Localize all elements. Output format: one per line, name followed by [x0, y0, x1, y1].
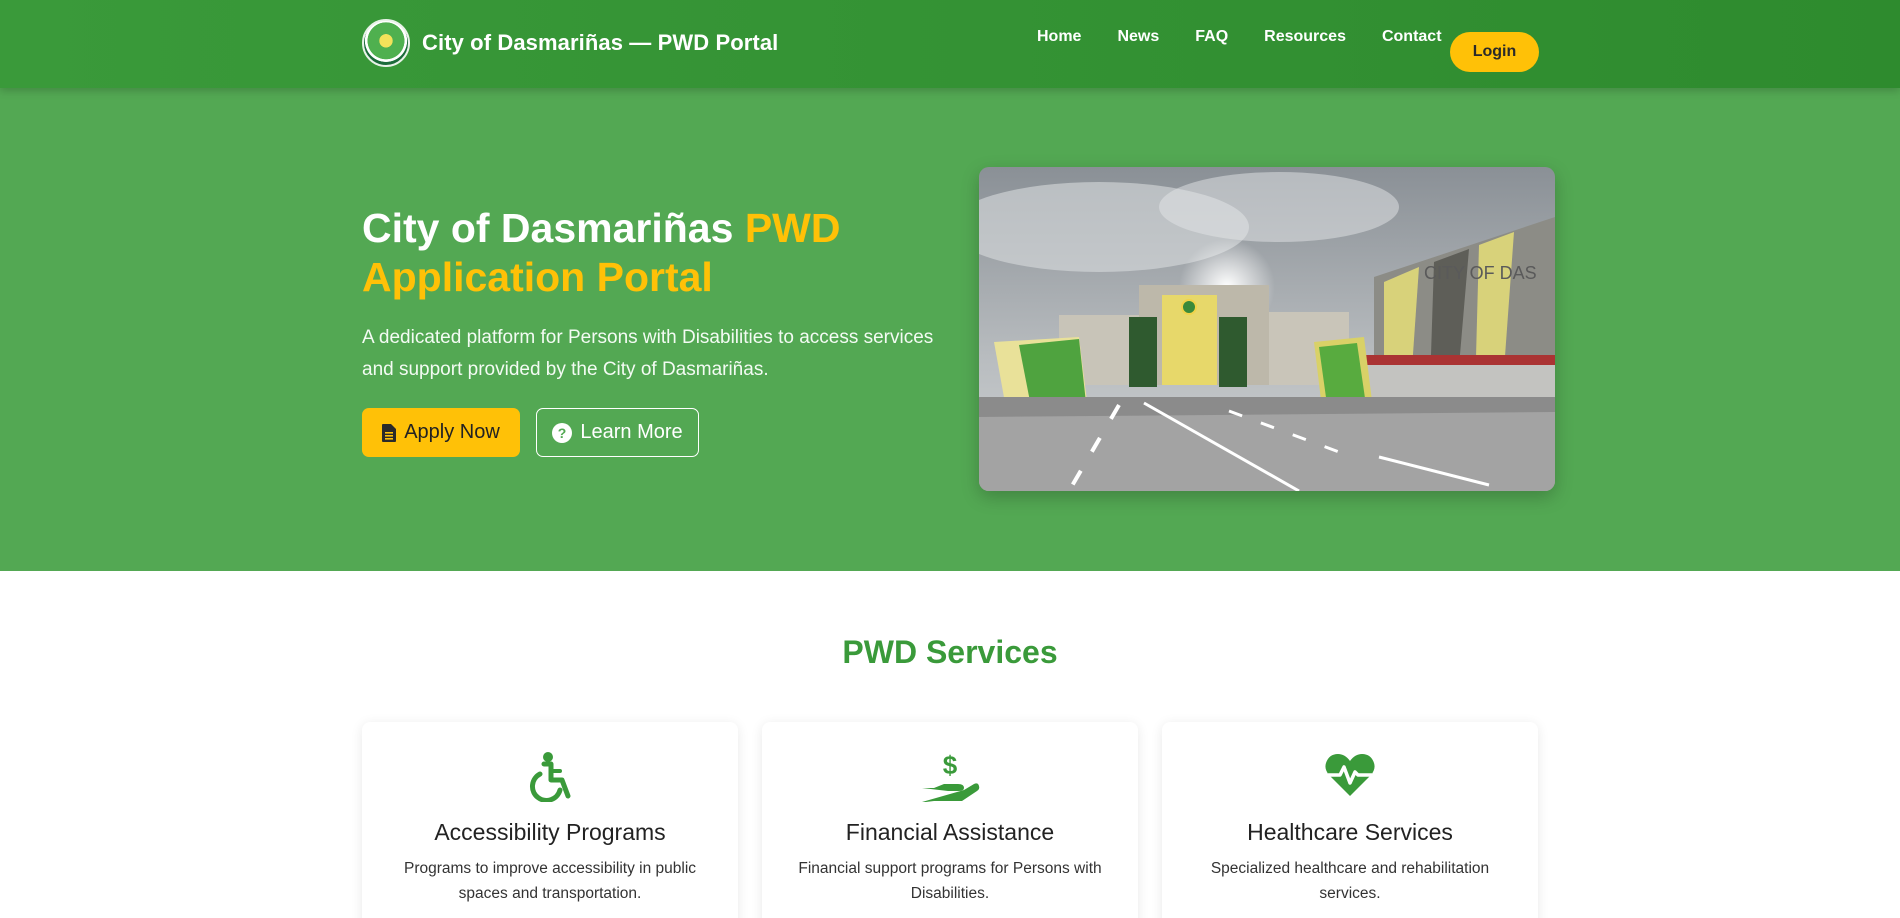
- question-circle-icon: ?: [552, 422, 573, 443]
- service-card-description: Financial support programs for Persons w…: [798, 860, 1102, 902]
- service-card-title: Healthcare Services: [1247, 819, 1453, 845]
- learn-more-label: Learn More: [580, 421, 683, 443]
- services-title: PWD Services: [842, 634, 1058, 670]
- top-navbar: City of Dasmariñas — PWD Portal Home New…: [0, 0, 1900, 88]
- svg-text:$: $: [943, 752, 958, 780]
- brand-title: City of Dasmariñas — PWD Portal: [422, 30, 779, 55]
- service-card-title: Accessibility Programs: [434, 819, 666, 845]
- hero-section: City of Dasmariñas PWD Application Porta…: [0, 88, 1900, 571]
- service-card-accessibility[interactable]: Accessibility Programs Programs to impro…: [362, 722, 738, 918]
- apply-now-button[interactable]: Apply Now: [362, 408, 520, 457]
- svg-text:?: ?: [558, 425, 567, 441]
- nav-link-news[interactable]: News: [1117, 28, 1159, 46]
- service-card-description: Specialized healthcare and rehabilitatio…: [1210, 860, 1490, 902]
- hero-title: City of Dasmariñas PWD Application Porta…: [362, 204, 922, 302]
- service-card-financial[interactable]: $ Financial Assistance Financial support…: [762, 722, 1138, 918]
- arena-sign-text: CITY OF DAS: [1424, 263, 1537, 283]
- service-card-title: Financial Assistance: [845, 819, 1055, 845]
- learn-more-button[interactable]: ? Learn More: [536, 408, 699, 457]
- file-icon: [382, 423, 397, 442]
- wheelchair-icon: [362, 752, 738, 802]
- main-nav: Home News FAQ Resources Contact: [1037, 28, 1478, 46]
- nav-link-resources[interactable]: Resources: [1264, 28, 1346, 46]
- nav-link-faq[interactable]: FAQ: [1195, 28, 1228, 46]
- brand[interactable]: City of Dasmariñas — PWD Portal: [362, 19, 778, 67]
- service-card-description: Programs to improve accessibility in pub…: [403, 860, 697, 902]
- login-button[interactable]: Login: [1450, 32, 1539, 72]
- hero-description: A dedicated platform for Persons with Di…: [362, 327, 934, 380]
- nav-link-contact[interactable]: Contact: [1382, 28, 1442, 46]
- hero-title-main: City of Dasmariñas: [362, 205, 734, 251]
- heart-pulse-icon: [1162, 752, 1538, 798]
- hand-holding-dollar-icon: $: [762, 752, 1138, 804]
- apply-now-label: Apply Now: [404, 421, 500, 443]
- nav-link-home[interactable]: Home: [1037, 28, 1081, 46]
- service-card-healthcare[interactable]: Healthcare Services Specialized healthca…: [1162, 722, 1538, 918]
- city-seal-logo: [362, 19, 410, 67]
- city-hall-image: CITY OF DAS: [979, 167, 1555, 491]
